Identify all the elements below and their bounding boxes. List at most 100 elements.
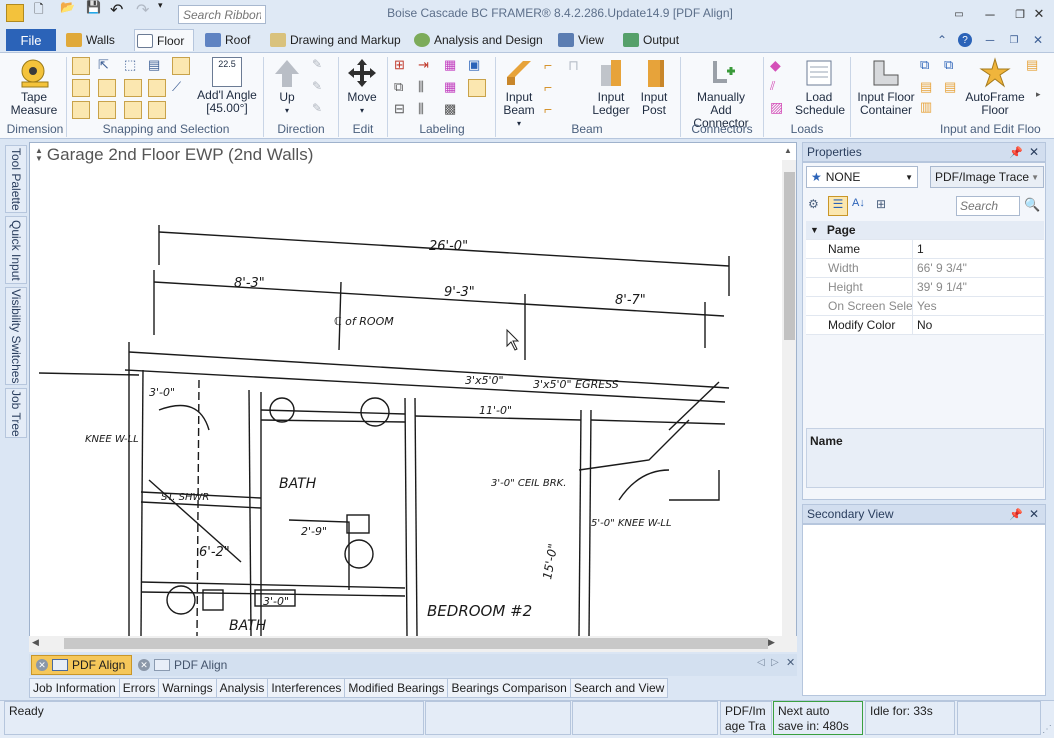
tab-analysis[interactable]: Analysis [215, 678, 269, 698]
up-button[interactable]: Up ▾ [272, 57, 302, 117]
label-copy-icon[interactable]: ⧉ [394, 79, 412, 97]
pin-icon[interactable]: 📌 [1009, 508, 1023, 521]
floor-edit-icon[interactable]: ⧉ [920, 57, 938, 75]
addl-angle-button[interactable]: 22.5 Add'l Angle [45.00°] [196, 57, 258, 115]
scroll-right-icon[interactable]: ▶ [768, 637, 775, 648]
open-folder-icon[interactable]: 📂 [60, 0, 75, 14]
mdi-close-icon[interactable]: ✕ [1030, 32, 1046, 48]
label-print-icon[interactable] [468, 79, 486, 97]
snap-nearest-icon[interactable] [148, 79, 166, 97]
ribbon-scroll-right-icon[interactable]: ▸ [1036, 89, 1048, 107]
snap-perpendicular-icon[interactable] [124, 101, 142, 119]
tab-errors[interactable]: Errors [118, 678, 160, 698]
property-row-on-screen-select[interactable]: On Screen Select Yes [806, 297, 1044, 316]
app-logo-icon[interactable] [6, 4, 24, 22]
tab-drawing-and-markup[interactable]: Drawing and Markup [268, 29, 401, 51]
beam-small-icon[interactable]: ⌐ [544, 57, 562, 75]
select-list-icon[interactable]: ▤ [148, 57, 166, 75]
mirror-icon[interactable]: ✎ [312, 101, 330, 119]
expand-all-icon[interactable]: ⊞ [876, 197, 894, 215]
horizontal-scroll-thumb[interactable] [64, 638, 768, 649]
categorized-view-icon[interactable]: ☰ [828, 196, 848, 216]
label-hatch-icon[interactable]: ▦ [444, 57, 462, 75]
label-grid-icon[interactable]: ⊟ [394, 101, 412, 119]
document-tab-pdf-align-active[interactable]: ✕ PDF Align [31, 655, 133, 675]
pin-icon[interactable]: 📌 [1009, 146, 1023, 159]
mdi-minimize-icon[interactable]: ─ [982, 32, 998, 48]
property-category-page[interactable]: ▼ Page [806, 221, 1044, 240]
tab-floor[interactable]: Floor [134, 29, 194, 51]
close-panel-icon[interactable]: ✕ [1029, 145, 1039, 159]
tab-bearings-comparison[interactable]: Bearings Comparison [447, 678, 571, 698]
snap-icon[interactable] [72, 57, 90, 75]
line-load-icon[interactable]: ⫽ [770, 79, 788, 97]
floor-opening-icon[interactable]: ⧉ [944, 57, 962, 75]
snap-intersection-icon[interactable] [72, 101, 90, 119]
mdi-restore-icon[interactable]: ❐ [1006, 32, 1022, 48]
manually-add-connector-button[interactable]: Manually Add Connector [684, 57, 758, 130]
ribbon-collapse-icon[interactable]: ▭ [944, 4, 974, 24]
select-cursor-icon[interactable]: ⇱ [98, 57, 116, 75]
scroll-left-icon[interactable]: ◀ [32, 637, 39, 648]
document-tab-pdf-align[interactable]: ✕ PDF Align [134, 655, 233, 675]
flip-icon[interactable]: ✎ [312, 79, 330, 97]
object-type-dropdown[interactable]: PDF/Image Trace ▼ [930, 166, 1044, 188]
tab-job-information[interactable]: Job Information [29, 678, 120, 698]
beam-disabled-icon[interactable]: ⊓ [568, 57, 586, 75]
plan-title[interactable]: ▲ ▼ Garage 2nd Floor EWP (2nd Walls) [35, 145, 313, 165]
rotate-icon[interactable]: ✎ [312, 57, 330, 75]
input-ledger-button[interactable]: Input Ledger [590, 57, 632, 117]
chevron-up-icon[interactable]: ⌃ [934, 32, 950, 48]
floor-more-icon[interactable]: ▤ [1026, 57, 1044, 75]
input-post-button[interactable]: Input Post [636, 57, 672, 117]
close-tab-icon[interactable]: ✕ [138, 659, 150, 671]
snap-line-icon[interactable]: ⟋ [172, 79, 190, 97]
tab-visibility-switches[interactable]: Visibility Switches [5, 287, 27, 385]
tab-interferences[interactable]: Interferences [267, 678, 346, 698]
autoframe-floor-button[interactable]: AutoFrame Floor [964, 57, 1026, 117]
tab-roof[interactable]: Roof [203, 29, 250, 51]
label-hatch2-icon[interactable]: ▦ [444, 79, 462, 97]
tab-walls[interactable]: Walls [64, 29, 115, 51]
close-tab-icon[interactable]: ✕ [36, 659, 48, 671]
help-icon[interactable]: ? [958, 33, 972, 47]
property-search-input[interactable] [956, 196, 1020, 216]
snap-grid-icon[interactable] [98, 79, 116, 97]
sort-alpha-icon[interactable]: A↓ [852, 197, 870, 215]
plan-selector-icon[interactable]: ▲ ▼ [35, 147, 43, 163]
tape-measure-button[interactable]: Tape Measure [8, 57, 60, 117]
floor-rim-icon[interactable]: ▥ [920, 99, 938, 117]
property-row-modify-color[interactable]: Modify Color No [806, 316, 1044, 335]
area-load-icon[interactable]: ▨ [770, 99, 788, 117]
property-row-height[interactable]: Height 39' 9 1/4" [806, 278, 1044, 297]
scroll-up-icon[interactable]: ▲ [784, 146, 792, 155]
label-align-icon[interactable]: ⫼ [418, 79, 436, 97]
quick-access-dropdown-icon[interactable]: ▾ [158, 0, 163, 11]
label-table-icon[interactable]: ▩ [444, 101, 462, 119]
label-tag-icon[interactable]: ▣ [468, 57, 486, 75]
move-button[interactable]: Move ▾ [344, 57, 380, 117]
tab-warnings[interactable]: Warnings [158, 678, 217, 698]
floor-blocking-icon[interactable]: ▤ [944, 79, 962, 97]
tab-file[interactable]: File [6, 29, 56, 51]
load-schedule-button[interactable]: Load Schedule [794, 57, 845, 117]
close-button[interactable]: ✕ [1024, 4, 1054, 24]
redo-icon[interactable]: ↷ [136, 0, 149, 20]
tab-output[interactable]: Output [621, 29, 679, 51]
search-icon[interactable]: 🔍 [1024, 197, 1040, 213]
beam-small2-icon[interactable]: ⌐ [544, 79, 562, 97]
floor-joist-icon[interactable]: ▤ [920, 79, 938, 97]
save-icon[interactable]: 💾 [86, 0, 101, 14]
label-icon[interactable]: ⊞ [394, 57, 412, 75]
input-floor-container-button[interactable]: Input Floor Container [856, 57, 916, 117]
property-row-width[interactable]: Width 66' 9 3/4" [806, 259, 1044, 278]
tab-scroll-right-icon[interactable]: ▷ [771, 657, 779, 668]
tab-scroll-left-icon[interactable]: ◁ [757, 657, 765, 668]
tab-search-and-view[interactable]: Search and View [569, 678, 669, 698]
beam-small3-icon[interactable]: ⌐ [544, 101, 562, 119]
label-stack-icon[interactable]: ⫼ [418, 101, 436, 119]
tab-job-tree[interactable]: Job Tree [5, 388, 27, 438]
point-load-icon[interactable]: ◆ [770, 57, 788, 75]
snap-tangent-icon[interactable] [148, 101, 166, 119]
snap-angle-icon[interactable] [172, 57, 190, 75]
